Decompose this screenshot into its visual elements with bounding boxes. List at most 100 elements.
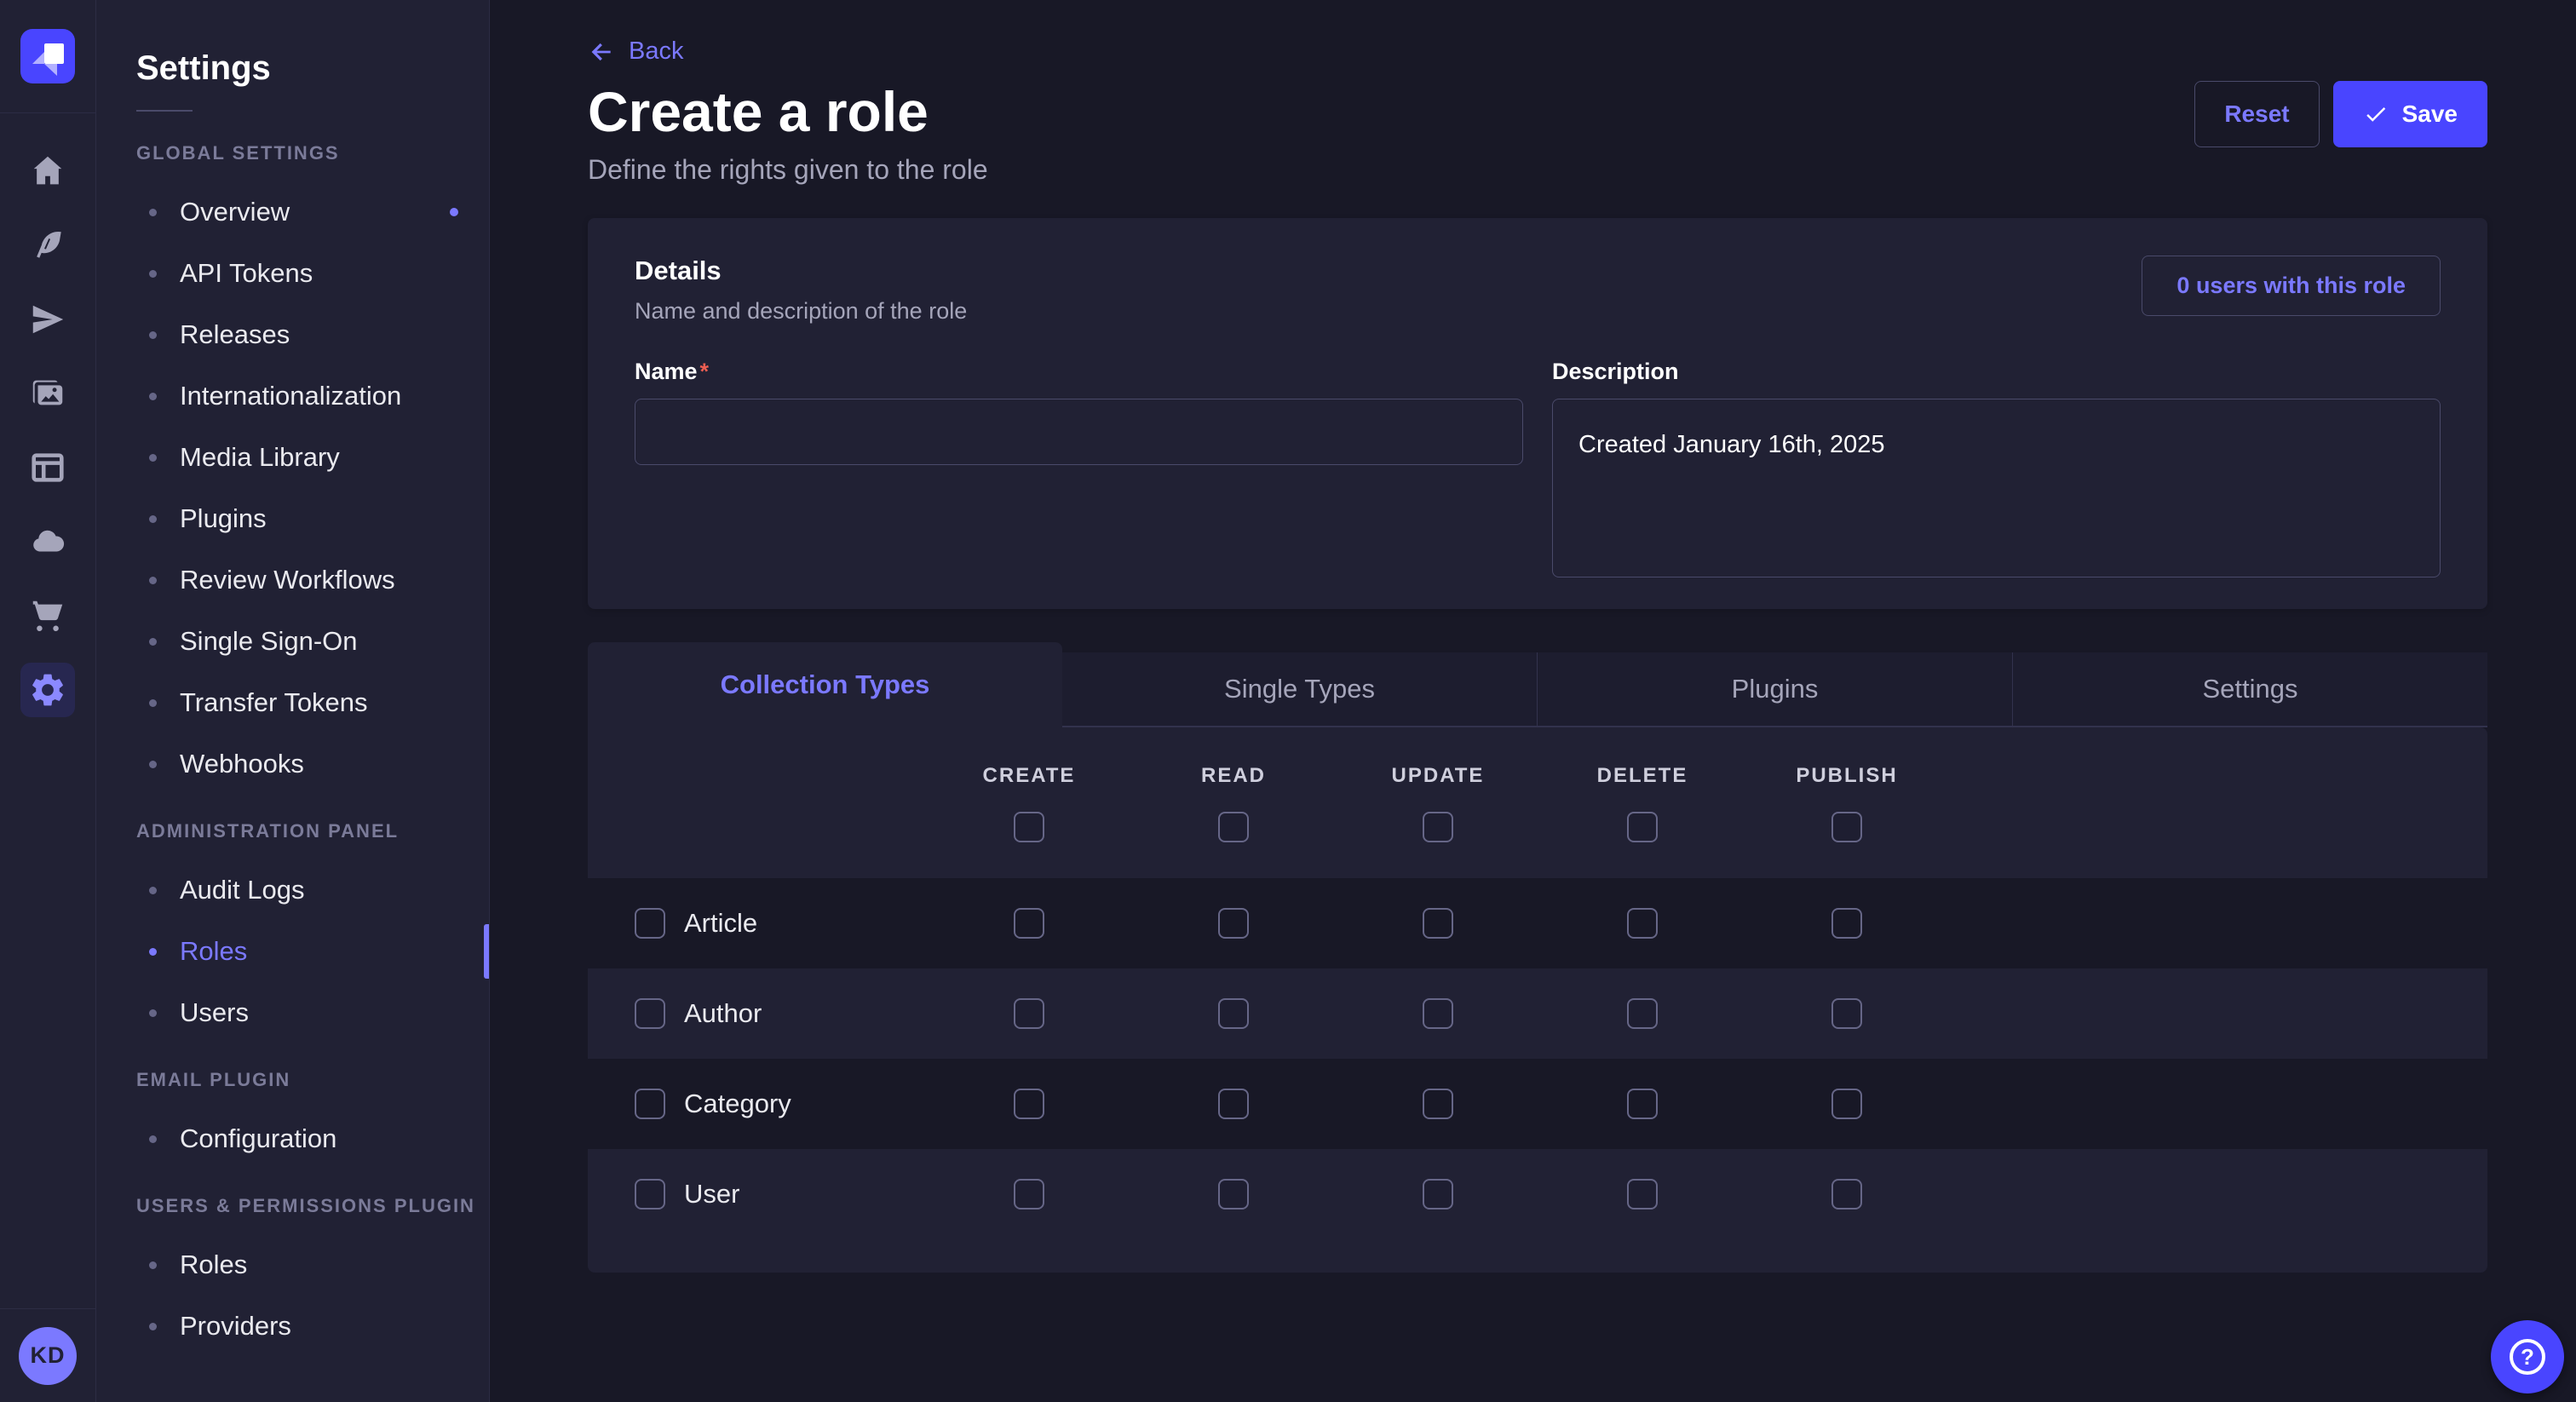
tab-single-types[interactable]: Single Types bbox=[1062, 652, 1537, 727]
select-all-read-checkbox[interactable] bbox=[1218, 812, 1249, 842]
check-icon bbox=[2363, 101, 2389, 127]
page-subtitle: Define the rights given to the role bbox=[588, 154, 988, 186]
section-users-permissions-plugin: USERS & PERMISSIONS PLUGIN bbox=[136, 1195, 489, 1217]
deploy-send-icon[interactable] bbox=[0, 282, 95, 356]
article-read-checkbox[interactable] bbox=[1218, 908, 1249, 939]
sidebar-item-roles-up[interactable]: Roles bbox=[96, 1234, 489, 1296]
header-actions: Reset Save bbox=[2194, 78, 2487, 147]
sidebar-item-media-library[interactable]: Media Library bbox=[96, 427, 489, 488]
column-create: CREATE bbox=[927, 764, 1131, 842]
permissions-header-row: CREATE READ UPDATE DELETE PUBLISH bbox=[588, 727, 2487, 878]
help-button[interactable]: ? bbox=[2491, 1320, 2564, 1393]
reset-button[interactable]: Reset bbox=[2194, 81, 2319, 147]
active-indicator-bar bbox=[484, 924, 489, 979]
user-avatar[interactable]: KD bbox=[19, 1327, 77, 1385]
sidebar-item-users[interactable]: Users bbox=[96, 982, 489, 1043]
sidebar-item-webhooks[interactable]: Webhooks bbox=[96, 733, 489, 795]
bullet-icon bbox=[149, 948, 157, 956]
row-select-checkbox[interactable] bbox=[635, 998, 665, 1029]
sidebar-item-plugins[interactable]: Plugins bbox=[96, 488, 489, 549]
article-delete-checkbox[interactable] bbox=[1627, 908, 1658, 939]
row-label-cell: Author bbox=[588, 998, 927, 1029]
author-delete-checkbox[interactable] bbox=[1627, 998, 1658, 1029]
article-create-checkbox[interactable] bbox=[1014, 908, 1044, 939]
settings-sidebar: Settings GLOBAL SETTINGS Overview API To… bbox=[96, 0, 490, 1402]
sidebar-item-internationalization[interactable]: Internationalization bbox=[96, 365, 489, 427]
row-select-checkbox[interactable] bbox=[635, 1089, 665, 1119]
user-publish-checkbox[interactable] bbox=[1831, 1179, 1862, 1210]
category-read-checkbox[interactable] bbox=[1218, 1089, 1249, 1119]
sidebar-item-roles-admin[interactable]: Roles bbox=[96, 921, 489, 982]
settings-gear-icon[interactable] bbox=[0, 652, 95, 727]
save-button[interactable]: Save bbox=[2333, 81, 2487, 147]
sidebar-item-single-sign-on[interactable]: Single Sign-On bbox=[96, 611, 489, 672]
author-update-checkbox[interactable] bbox=[1423, 998, 1453, 1029]
details-title: Details bbox=[635, 256, 967, 286]
bullet-icon bbox=[149, 1261, 157, 1269]
section-administration-panel: ADMINISTRATION PANEL bbox=[136, 820, 489, 842]
content-manager-icon[interactable] bbox=[0, 430, 95, 504]
sidebar-title: Settings bbox=[136, 49, 489, 88]
strapi-logo-icon[interactable] bbox=[20, 29, 75, 83]
sidebar-item-transfer-tokens[interactable]: Transfer Tokens bbox=[96, 672, 489, 733]
author-publish-checkbox[interactable] bbox=[1831, 998, 1862, 1029]
sidebar-title-divider bbox=[136, 110, 193, 112]
select-all-create-checkbox[interactable] bbox=[1014, 812, 1044, 842]
media-library-icon[interactable] bbox=[0, 356, 95, 430]
marketplace-cart-icon[interactable] bbox=[0, 578, 95, 652]
article-publish-checkbox[interactable] bbox=[1831, 908, 1862, 939]
sidebar-item-releases[interactable]: Releases bbox=[96, 304, 489, 365]
table-row-author: Author bbox=[588, 968, 2487, 1059]
brand-logo-wrap bbox=[0, 0, 95, 113]
tab-collection-types[interactable]: Collection Types bbox=[588, 642, 1062, 727]
cloud-icon[interactable] bbox=[0, 504, 95, 578]
user-create-checkbox[interactable] bbox=[1014, 1179, 1044, 1210]
sidebar-item-audit-logs[interactable]: Audit Logs bbox=[96, 859, 489, 921]
details-card-header: Details Name and description of the role… bbox=[635, 256, 2441, 325]
row-select-checkbox[interactable] bbox=[635, 908, 665, 939]
bullet-icon bbox=[149, 699, 157, 707]
name-field-group: Name* bbox=[635, 359, 1523, 582]
author-create-checkbox[interactable] bbox=[1014, 998, 1044, 1029]
bullet-icon bbox=[149, 331, 157, 339]
name-input[interactable] bbox=[635, 399, 1523, 465]
description-label: Description bbox=[1552, 359, 1679, 384]
author-read-checkbox[interactable] bbox=[1218, 998, 1249, 1029]
category-publish-checkbox[interactable] bbox=[1831, 1089, 1862, 1119]
tab-plugins[interactable]: Plugins bbox=[1537, 652, 2012, 727]
bullet-icon bbox=[149, 1323, 157, 1330]
table-row-category: Category bbox=[588, 1059, 2487, 1149]
row-select-checkbox[interactable] bbox=[635, 1179, 665, 1210]
category-update-checkbox[interactable] bbox=[1423, 1089, 1453, 1119]
strapi-glyph bbox=[20, 29, 75, 83]
bullet-icon bbox=[149, 454, 157, 462]
select-all-publish-checkbox[interactable] bbox=[1831, 812, 1862, 842]
details-card: Details Name and description of the role… bbox=[588, 218, 2487, 609]
article-update-checkbox[interactable] bbox=[1423, 908, 1453, 939]
main-content: Back Create a role Define the rights giv… bbox=[490, 0, 2576, 1402]
sidebar-item-review-workflows[interactable]: Review Workflows bbox=[96, 549, 489, 611]
sidebar-item-api-tokens[interactable]: API Tokens bbox=[96, 243, 489, 304]
user-delete-checkbox[interactable] bbox=[1627, 1179, 1658, 1210]
bullet-icon bbox=[149, 393, 157, 400]
content-builder-quill-icon[interactable] bbox=[0, 208, 95, 282]
user-update-checkbox[interactable] bbox=[1423, 1179, 1453, 1210]
sidebar-item-providers[interactable]: Providers bbox=[96, 1296, 489, 1357]
user-read-checkbox[interactable] bbox=[1218, 1179, 1249, 1210]
select-all-update-checkbox[interactable] bbox=[1423, 812, 1453, 842]
select-all-delete-checkbox[interactable] bbox=[1627, 812, 1658, 842]
details-subtitle: Name and description of the role bbox=[635, 298, 967, 325]
rail-footer: KD bbox=[0, 1308, 95, 1402]
home-icon[interactable] bbox=[0, 134, 95, 208]
category-delete-checkbox[interactable] bbox=[1627, 1089, 1658, 1119]
users-with-role-button[interactable]: 0 users with this role bbox=[2142, 256, 2441, 316]
sidebar-item-configuration[interactable]: Configuration bbox=[96, 1108, 489, 1169]
description-textarea[interactable]: Created January 16th, 2025 bbox=[1552, 399, 2441, 577]
sidebar-item-overview[interactable]: Overview bbox=[96, 181, 489, 243]
table-row-article: Article bbox=[588, 878, 2487, 968]
description-field-group: Description Created January 16th, 2025 bbox=[1552, 359, 2441, 582]
permissions-tabs: Collection Types Single Types Plugins Se… bbox=[588, 642, 2487, 727]
category-create-checkbox[interactable] bbox=[1014, 1089, 1044, 1119]
back-link[interactable]: Back bbox=[588, 0, 683, 66]
tab-settings[interactable]: Settings bbox=[2012, 652, 2487, 727]
